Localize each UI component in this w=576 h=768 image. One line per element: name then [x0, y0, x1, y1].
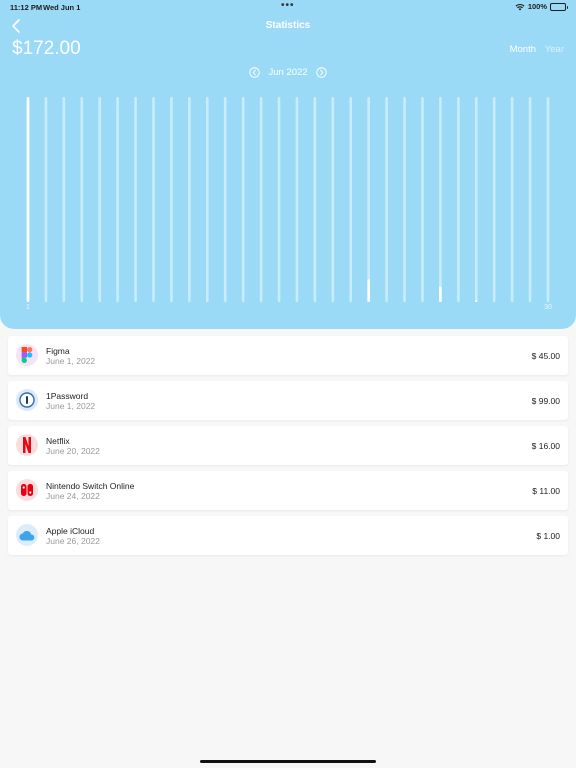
daily-spending-chart: 1 30	[26, 97, 552, 311]
transaction-price: $ 99.00	[531, 396, 560, 406]
bar-track-day-4	[80, 97, 84, 302]
transaction-name: 1Password	[46, 391, 89, 401]
bar-track-day-14	[259, 97, 263, 302]
1password-icon	[16, 389, 38, 411]
transaction-name: Apple iCloud	[46, 526, 95, 536]
transaction-price: $ 16.00	[531, 441, 560, 451]
transaction-row[interactable]: 1Password June 1, 2022 $ 99.00	[8, 381, 568, 420]
bar-day-24[interactable]	[439, 286, 442, 302]
transaction-row[interactable]: Nintendo Switch Online June 24, 2022 $ 11.…	[8, 471, 568, 510]
bar-track-day-18	[331, 97, 335, 302]
bar-track-day-12	[223, 97, 227, 302]
bar-track-day-23	[421, 97, 424, 302]
nintendo-switch-icon	[16, 479, 38, 501]
bar-day-26[interactable]	[474, 300, 478, 302]
bar-track-day-17	[313, 97, 317, 302]
bar-track-day-20	[367, 97, 370, 302]
transaction-price: $ 45.00	[531, 351, 560, 361]
bar-track-day-29	[528, 97, 532, 302]
transaction-date: June 20, 2022	[46, 446, 100, 456]
icloud-icon	[16, 524, 38, 546]
x-tick-end: 30	[544, 304, 552, 311]
transaction-list: Figma June 1, 2022 $ 45.00 1Password June 1,…	[8, 336, 568, 561]
x-tick-start: 1	[26, 304, 30, 311]
transaction-price: $ 1.00	[536, 531, 560, 541]
bar-track-day-8	[152, 97, 155, 302]
transaction-name: Netflix	[46, 436, 70, 446]
bar-track-day-6	[116, 97, 119, 302]
bar-track-day-19	[349, 97, 353, 302]
transaction-name: Figma	[46, 346, 70, 356]
bar-track-day-24	[439, 97, 442, 302]
bar-track-day-28	[510, 97, 514, 302]
statistics-header: 11:12 PM Wed Jun 1 ••• 100% Statistics $…	[0, 0, 576, 329]
home-indicator[interactable]	[200, 760, 376, 763]
transaction-date: June 26, 2022	[46, 536, 100, 546]
bar-track-day-16	[295, 97, 299, 302]
figma-icon	[16, 344, 38, 366]
transaction-row[interactable]: Netflix June 20, 2022 $ 16.00	[8, 426, 568, 465]
transaction-date: June 1, 2022	[46, 356, 96, 366]
bar-track-day-26	[474, 97, 478, 302]
bar-day-1[interactable]	[26, 97, 30, 302]
bar-track-day-27	[492, 97, 496, 302]
bar-track-day-7	[134, 97, 137, 302]
bar-track-day-22	[403, 97, 406, 302]
bar-track-day-25	[457, 97, 460, 302]
transaction-date: June 1, 2022	[46, 401, 96, 411]
bar-track-day-2	[44, 97, 48, 302]
bar-track-day-30	[546, 97, 550, 302]
bar-day-20[interactable]	[367, 279, 370, 302]
bar-track-day-9	[170, 97, 173, 302]
netflix-icon	[16, 434, 38, 456]
transaction-row[interactable]: Apple iCloud June 26, 2022 $ 1.00	[8, 516, 568, 555]
bar-track-day-3	[62, 97, 66, 302]
transaction-price: $ 11.00	[532, 486, 560, 496]
bar-track-day-11	[206, 97, 209, 302]
transaction-date: June 24, 2022	[46, 491, 100, 501]
bar-track-day-21	[385, 97, 388, 302]
bar-track-day-5	[98, 97, 102, 302]
bar-track-day-15	[277, 97, 281, 302]
bar-track-day-13	[241, 97, 245, 302]
transaction-row[interactable]: Figma June 1, 2022 $ 45.00	[8, 336, 568, 375]
transaction-name: Nintendo Switch Online	[46, 481, 135, 491]
bar-track-day-10	[188, 97, 191, 302]
